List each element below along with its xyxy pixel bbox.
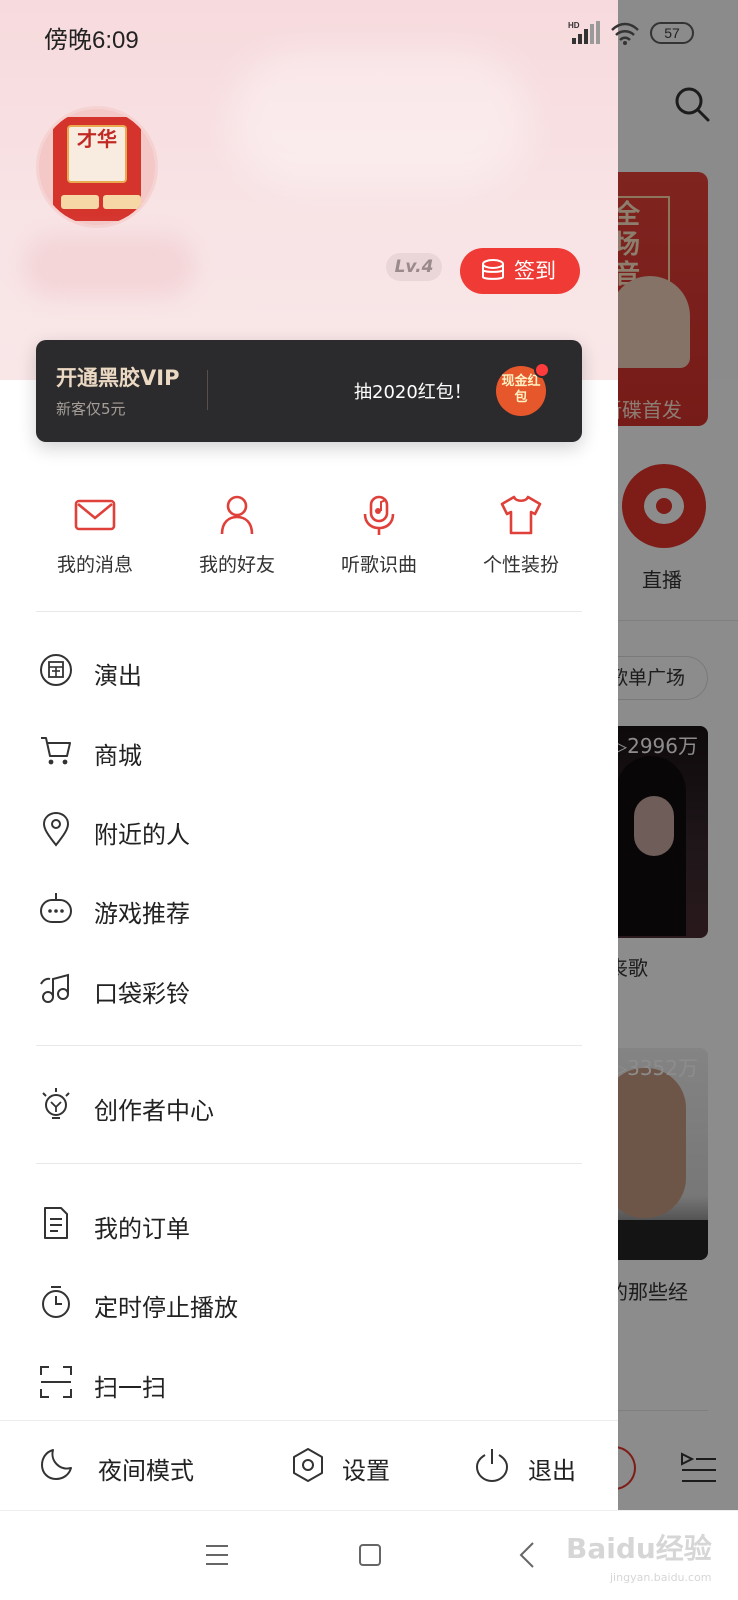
watermark: Baidu经验	[566, 1532, 712, 1565]
menu-item-mall[interactable]: 商城	[0, 716, 618, 786]
person-icon	[220, 495, 254, 535]
quick-action-messages[interactable]: 我的消息	[30, 486, 160, 586]
vip-subtitle: 新客仅5元	[56, 400, 126, 418]
quick-action-skins[interactable]: 个性装扮	[456, 486, 586, 586]
menu-item-nearby[interactable]: 附近的人	[0, 795, 618, 865]
menu-item-label: 我的订单	[94, 1215, 190, 1243]
vip-title: 开通黑胶VIP	[56, 366, 180, 390]
battery-indicator: 57	[650, 22, 694, 44]
document-icon	[44, 1207, 68, 1239]
quick-actions: 我的消息 我的好友 听歌识曲 个性装扮	[0, 486, 618, 586]
home-square-icon[interactable]	[358, 1543, 382, 1567]
menu-item-label: 商城	[94, 742, 142, 770]
menu-item-creator-center[interactable]: 创作者中心	[0, 1071, 618, 1141]
menu-item-label: 口袋彩铃	[94, 980, 190, 1008]
quick-action-label: 我的消息	[56, 554, 133, 576]
menu-item-label: 附近的人	[94, 821, 190, 849]
notification-dot	[534, 362, 550, 378]
menu-item-label: 创作者中心	[94, 1097, 214, 1125]
checkin-button[interactable]: 签到	[460, 248, 580, 294]
menu-item-label: 扫一扫	[94, 1374, 166, 1402]
avatar-text: 才华	[77, 127, 117, 151]
cart-icon	[41, 737, 71, 765]
menu-item-label: 演出	[94, 662, 142, 690]
quick-action-label: 听歌识曲	[340, 554, 417, 576]
username-blurred[interactable]	[24, 236, 194, 296]
microphone-music-icon	[363, 495, 395, 535]
divider	[36, 1163, 582, 1164]
network-label: HD	[568, 21, 580, 30]
vip-promo[interactable]: 抽2020红包！	[354, 378, 472, 404]
menu-item-shows[interactable]: 演出	[0, 636, 618, 706]
menu-icon[interactable]	[204, 1543, 230, 1567]
quick-action-label: 个性装扮	[482, 554, 559, 576]
quick-action-friends[interactable]: 我的好友	[172, 486, 302, 586]
menu-item-orders[interactable]: 我的订单	[0, 1189, 618, 1259]
back-chevron-icon[interactable]	[518, 1541, 536, 1569]
menu-item-label: 定时停止播放	[94, 1294, 238, 1322]
red-packet-text: 现金红包	[501, 374, 541, 405]
watermark-url: jingyan.baidu.com	[610, 1571, 712, 1584]
power-icon	[475, 1449, 509, 1483]
tshirt-icon	[500, 495, 542, 535]
ticket-icon	[40, 654, 72, 686]
scan-icon	[40, 1366, 72, 1398]
hexagon-settings-icon	[293, 1448, 323, 1482]
envelope-icon	[74, 499, 116, 531]
night-mode-label: 夜间模式	[98, 1457, 194, 1485]
gamepad-icon	[40, 893, 72, 923]
menu-item-ringtone[interactable]: 口袋彩铃	[0, 954, 618, 1024]
vip-separator	[207, 370, 208, 410]
settings-label: 设置	[342, 1457, 390, 1485]
vip-card[interactable]: 开通黑胶VIP 新客仅5元 抽2020红包！ 现金红包	[36, 340, 582, 442]
location-pin-icon	[42, 811, 70, 847]
menu-item-label: 游戏推荐	[94, 900, 190, 928]
side-drawer: 傍晚6:09 HD 才华 Lv.4 签到 开通黑胶VIP 新客仅5元 抽2020…	[0, 0, 618, 1510]
level-badge[interactable]: Lv.4	[386, 253, 442, 281]
avatar[interactable]: 才华	[36, 106, 158, 228]
quick-action-label: 我的好友	[198, 554, 275, 576]
coins-icon	[482, 259, 504, 280]
divider	[36, 1045, 582, 1046]
wifi-icon	[611, 22, 639, 45]
lightbulb-icon	[42, 1088, 70, 1119]
moon-icon	[41, 1449, 72, 1480]
menu-item-sleep-timer[interactable]: 定时停止播放	[0, 1268, 618, 1338]
timer-icon	[42, 1286, 70, 1318]
signal-icon: HD	[568, 21, 600, 44]
drawer-footer: 夜间模式 设置 退出	[0, 1420, 618, 1510]
status-time: 傍晚6:09	[44, 27, 139, 54]
divider	[36, 611, 582, 612]
music-note-icon	[40, 973, 69, 1003]
checkin-label: 签到	[514, 259, 556, 283]
system-nav-bar: Baidu经验 jingyan.baidu.com	[0, 1510, 738, 1600]
logout-label: 退出	[528, 1457, 576, 1485]
menu-item-scan[interactable]: 扫一扫	[0, 1348, 618, 1418]
menu-item-games[interactable]: 游戏推荐	[0, 874, 618, 944]
quick-action-recognize[interactable]: 听歌识曲	[314, 486, 444, 586]
status-bar: 傍晚6:09 HD	[0, 0, 618, 70]
